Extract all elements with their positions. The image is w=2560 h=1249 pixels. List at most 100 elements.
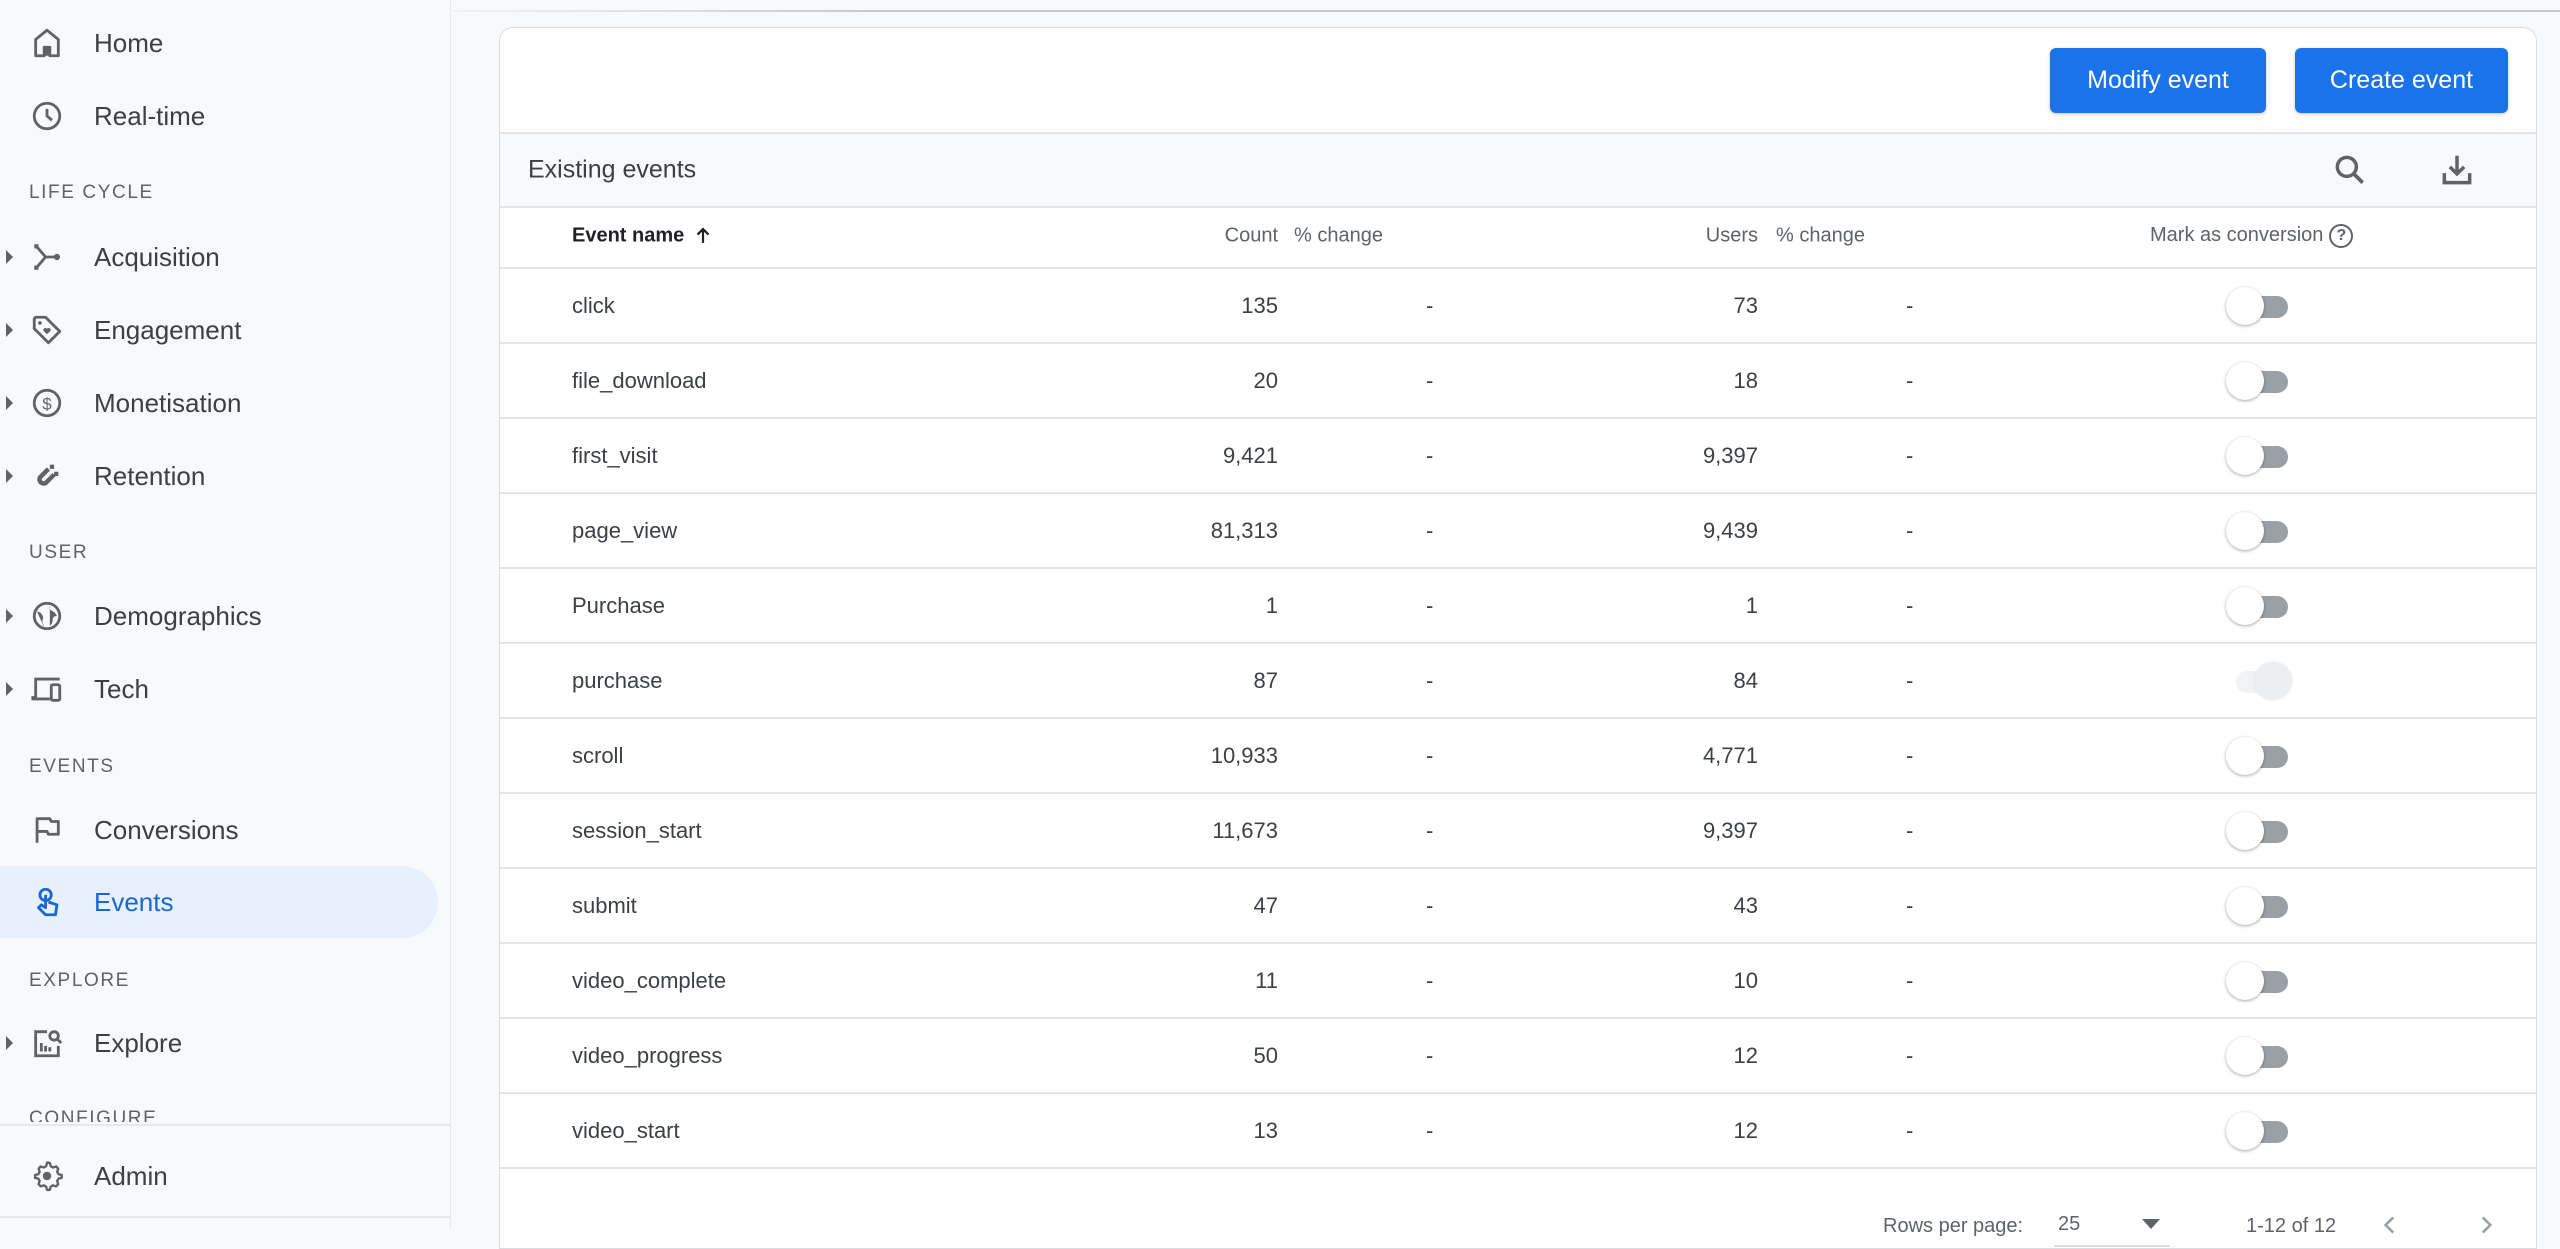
rows-per-page-value: 25 (2058, 1213, 2081, 1235)
sidebar-footer: Admin (0, 1124, 450, 1229)
mark-as-conversion-toggle[interactable] (2226, 586, 2292, 626)
event-name-cell: Purchase (572, 592, 665, 618)
rows-per-page-select[interactable]: 25 (2054, 1205, 2170, 1247)
users-change-cell: - (1906, 817, 1914, 843)
next-page-button[interactable] (2468, 1207, 2504, 1243)
mark-as-conversion-toggle[interactable] (2226, 811, 2292, 851)
sidebar-item-monetisation[interactable]: $ Monetisation (0, 367, 438, 439)
event-name-cell: video_complete (572, 967, 727, 993)
count-change-cell: - (1426, 517, 1434, 543)
mark-as-conversion-toggle[interactable] (2226, 361, 2292, 401)
column-header-count[interactable]: Count (1225, 224, 1278, 247)
count-cell: 135 (1241, 292, 1278, 318)
sidebar-item-conversions[interactable]: Conversions (0, 794, 438, 866)
chevron-right-icon (2481, 1216, 2493, 1234)
expand-caret-icon[interactable] (6, 609, 13, 623)
sidebar-item-admin[interactable]: Admin (0, 1140, 438, 1212)
count-change-cell: - (1426, 592, 1434, 618)
users-cell: 43 (1733, 892, 1758, 918)
download-icon[interactable] (2437, 150, 2477, 190)
count-cell: 9,421 (1222, 442, 1278, 468)
divider (0, 1124, 450, 1126)
table-row: scroll 10,933 - 4,771 - (500, 719, 2536, 794)
search-icon[interactable] (2330, 150, 2370, 190)
expand-caret-icon[interactable] (6, 1036, 13, 1050)
modify-event-button[interactable]: Modify event (2050, 48, 2266, 113)
sidebar-item-label: Monetisation (94, 387, 242, 418)
home-icon (30, 26, 64, 60)
column-header-count-change[interactable]: % change (1294, 224, 1383, 247)
sidebar-item-demographics[interactable]: Demographics (0, 580, 438, 652)
event-name-cell: click (572, 292, 615, 318)
expand-caret-icon[interactable] (6, 323, 13, 337)
toggle-knob (2226, 1036, 2264, 1075)
count-change-cell: - (1426, 667, 1434, 693)
mark-as-conversion-toggle[interactable] (2226, 961, 2292, 1001)
users-cell: 9,397 (1702, 817, 1758, 843)
pagination-bar: Rows per page: 25 1-12 of 12 (500, 1195, 2536, 1248)
column-header-event-name[interactable]: Event name (572, 224, 714, 247)
mark-as-conversion-toggle[interactable] (2226, 886, 2292, 926)
expand-caret-icon[interactable] (6, 469, 13, 483)
users-change-cell: - (1906, 1117, 1914, 1143)
expand-caret-icon[interactable] (6, 682, 13, 696)
mark-as-conversion-toggle (2226, 661, 2292, 701)
mark-as-conversion-toggle[interactable] (2226, 1036, 2292, 1076)
flag-icon (30, 813, 64, 847)
users-change-cell: - (1906, 442, 1914, 468)
section-label-lifecycle: LIFE CYCLE (29, 182, 154, 203)
users-change-cell: - (1906, 892, 1914, 918)
section-label-explore: EXPLORE (29, 970, 130, 991)
section-label-user: USER (29, 542, 89, 563)
users-cell: 4,771 (1702, 742, 1758, 768)
expand-caret-icon[interactable] (6, 396, 13, 410)
mark-as-conversion-toggle[interactable] (2226, 736, 2292, 776)
column-header-users-change[interactable]: % change (1776, 224, 1865, 247)
event-name-cell: session_start (572, 817, 702, 843)
event-name-cell: purchase (572, 667, 663, 693)
sidebar-item-label: Home (94, 27, 164, 58)
users-change-cell: - (1906, 367, 1914, 393)
sidebar-item-events[interactable]: Events (0, 866, 438, 938)
sidebar-item-acquisition[interactable]: Acquisition (0, 221, 438, 293)
toggle-knob (2226, 961, 2264, 1000)
help-icon[interactable]: ? (2329, 223, 2354, 248)
sort-ascending-arrow-icon (696, 227, 710, 243)
mark-as-conversion-toggle[interactable] (2226, 286, 2292, 326)
mark-as-conversion-toggle[interactable] (2226, 1111, 2292, 1151)
sidebar-item-explore[interactable]: Explore (0, 1007, 438, 1079)
toggle-knob (2254, 661, 2292, 700)
table-row: page_view 81,313 - 9,439 - (500, 494, 2536, 569)
events-card: Modify event Create event Existing event… (499, 27, 2537, 1249)
sidebar-item-realtime[interactable]: Real-time (0, 80, 438, 152)
count-cell: 87 (1253, 667, 1278, 693)
event-name-cell: video_start (572, 1117, 680, 1143)
count-cell: 1 (1265, 592, 1278, 618)
sidebar-item-engagement[interactable]: Engagement (0, 294, 438, 366)
sidebar-item-label: Demographics (94, 600, 262, 631)
table-row: file_download 20 - 18 - (500, 344, 2536, 419)
users-cell: 10 (1733, 967, 1758, 993)
sidebar-item-label: Tech (94, 673, 149, 704)
mark-as-conversion-toggle[interactable] (2226, 511, 2292, 551)
svg-text:$: $ (42, 394, 52, 413)
toggle-knob (2226, 586, 2264, 625)
previous-page-button[interactable] (2372, 1207, 2408, 1243)
mark-as-conversion-toggle[interactable] (2226, 436, 2292, 476)
users-change-cell: - (1906, 517, 1914, 543)
sidebar-item-home[interactable]: Home (0, 7, 438, 79)
table-header-bar: Existing events (500, 132, 2536, 208)
acquisition-icon (30, 240, 64, 274)
table-row: video_progress 50 - 12 - (500, 1019, 2536, 1094)
count-cell: 50 (1253, 1042, 1278, 1068)
expand-caret-icon[interactable] (6, 250, 13, 264)
sidebar-item-retention[interactable]: Retention (0, 440, 438, 512)
toggle-knob (2226, 511, 2264, 550)
column-header-users[interactable]: Users (1706, 224, 1758, 247)
toggle-knob (2226, 436, 2264, 475)
create-event-button[interactable]: Create event (2295, 48, 2508, 113)
sidebar-item-tech[interactable]: Tech (0, 653, 438, 725)
chevron-left-icon (2383, 1216, 2395, 1234)
magnet-icon (30, 459, 64, 493)
users-change-cell: - (1906, 292, 1914, 318)
